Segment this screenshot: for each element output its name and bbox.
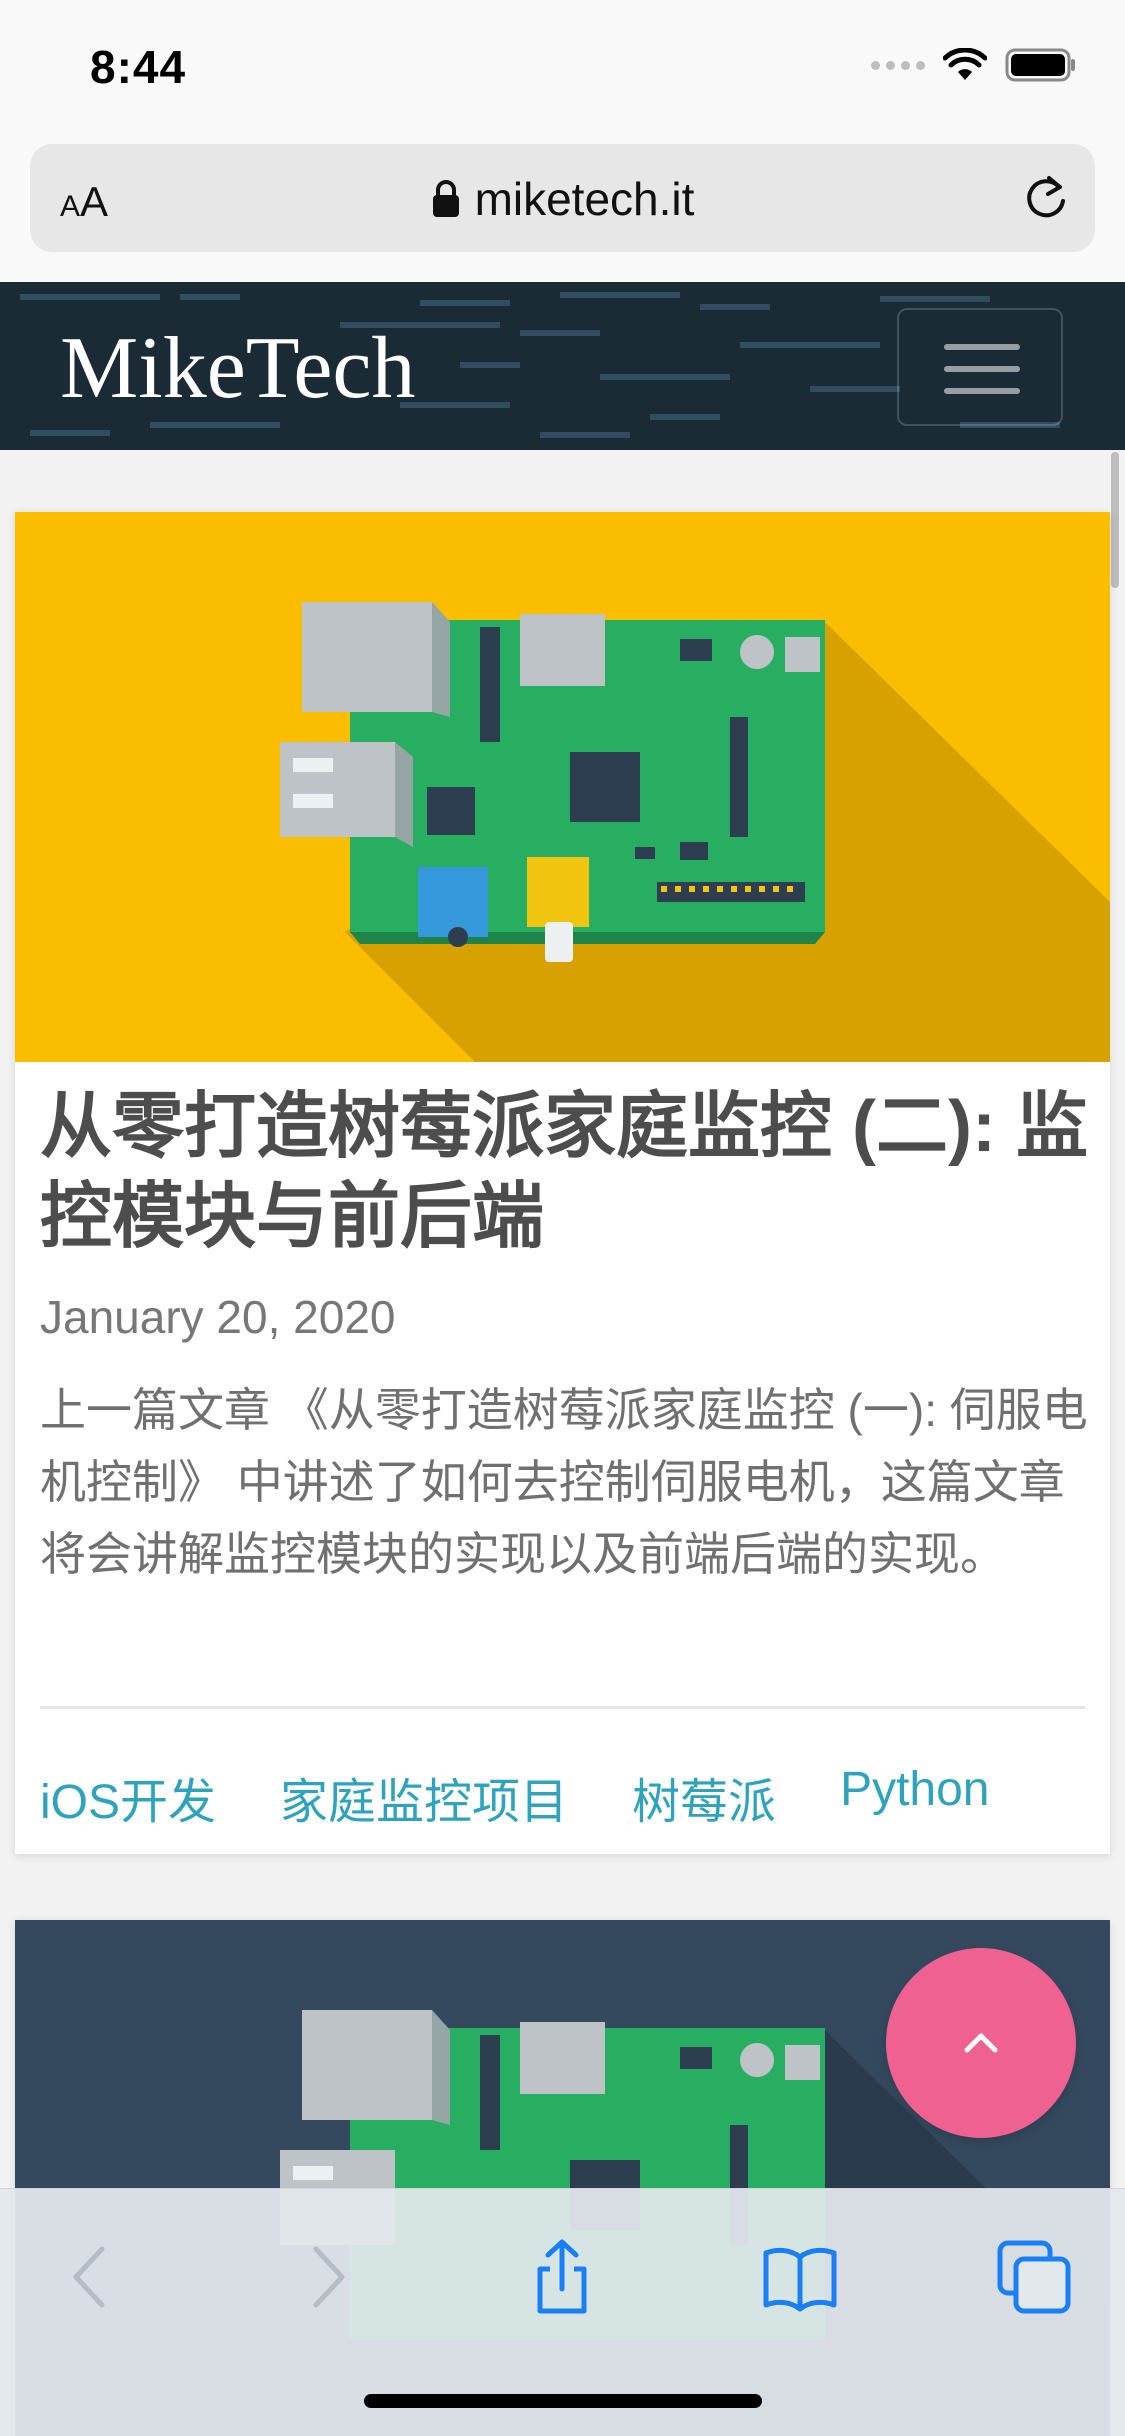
tabs-icon[interactable] [994,2237,1074,2317]
site-header: MikeTech [0,282,1125,450]
post-date: January 20, 2020 [40,1291,396,1343]
address-bar[interactable]: AA miketech.it [30,144,1095,252]
menu-toggle-button[interactable] [897,308,1063,426]
post-tag-raspberry-pi[interactable]: 树莓派 [632,1762,776,1832]
reload-icon[interactable] [1021,174,1071,224]
status-bar: 8:44 [0,0,1125,138]
share-icon[interactable] [522,2237,602,2317]
post-tags: iOS开发 家庭监控项目 树莓派 Python [40,1762,990,1832]
scrollbar-thumb[interactable] [1111,452,1119,588]
url-text: miketech.it [474,173,695,225]
post-card[interactable]: 从零打造树莓派家庭监控 (二): 监控模块与前后端 January 20, 20… [15,512,1110,1854]
lock-icon [432,180,459,217]
battery-icon [1005,48,1075,82]
back-icon[interactable] [52,2237,132,2317]
wifi-icon [943,48,987,80]
cellular-signal-icon [871,60,925,70]
status-time: 8:44 [90,41,187,93]
raspberry-pi-illustration [15,512,1110,1062]
chevron-up-icon [964,2033,998,2053]
back-to-top-button[interactable] [886,1948,1076,2138]
browser-address-area: AA miketech.it [0,138,1125,282]
post-tag-home-monitoring[interactable]: 家庭监控项目 [280,1762,568,1832]
url-display[interactable]: miketech.it [30,172,1095,226]
site-logo[interactable]: MikeTech [60,318,415,419]
bookmarks-icon[interactable] [760,2237,840,2317]
post-tag-ios[interactable]: iOS开发 [40,1762,216,1832]
post-title[interactable]: 从零打造树莓派家庭监控 (二): 监控模块与前后端 [40,1082,1090,1262]
post-divider [40,1706,1085,1709]
status-icons [871,48,1077,82]
post-image[interactable] [15,512,1110,1062]
home-indicator [364,2394,762,2408]
post-excerpt: 上一篇文章 《从零打造树莓派家庭监控 (一): 伺服电机控制》 中讲述了如何去控… [40,1384,1088,1580]
forward-icon[interactable] [286,2237,366,2317]
post-tag-python[interactable]: Python [840,1762,989,1832]
page: 8:44 AA miketech.it MikeTech 从零打造树莓派家庭监控… [0,0,1125,2436]
